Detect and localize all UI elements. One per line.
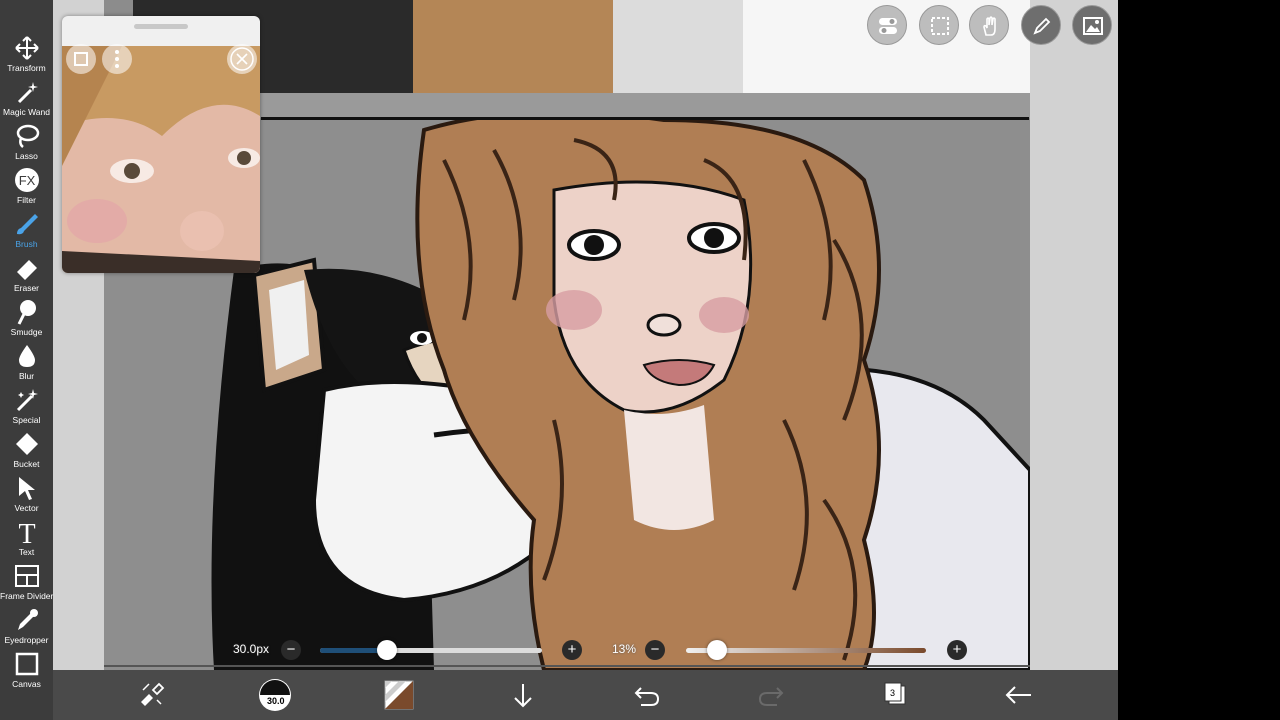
tool-label: Special: [12, 415, 41, 425]
tool-special[interactable]: Special: [0, 383, 53, 427]
bucket-icon: [15, 433, 38, 455]
hand-button[interactable]: [969, 5, 1009, 45]
tool-sidebar: Transform Magic Wand Lasso FX Filter Bru…: [0, 0, 53, 720]
tool-frame-divider[interactable]: Frame Divider: [0, 559, 53, 603]
brush-size-slider-thumb[interactable]: [376, 640, 397, 660]
arrow-left-icon: [1005, 686, 1031, 704]
reference-window-drag-handle[interactable]: [134, 24, 188, 29]
eyedropper-icon: [17, 609, 38, 630]
layer-count: 3: [890, 688, 896, 698]
brush-preview-button[interactable]: 30.0: [258, 678, 292, 712]
undo-icon: [634, 687, 660, 706]
tool-label: Eraser: [13, 283, 40, 293]
image-button[interactable]: [1072, 5, 1112, 45]
brush-preview-icon: [259, 679, 291, 711]
tool-label: Magic Wand: [3, 107, 50, 117]
tool-label: Eyedropper: [4, 635, 49, 645]
tool-lasso[interactable]: Lasso: [0, 119, 53, 163]
brush-size-value: 30.0px: [233, 642, 270, 656]
brush-swap-icon: [141, 682, 165, 706]
save-download-button[interactable]: [507, 680, 539, 710]
hand-icon: [983, 16, 996, 36]
tool-label: Text: [18, 547, 35, 557]
tool-label: Frame Divider: [0, 591, 54, 601]
brush-size-increase-button[interactable]: +: [562, 640, 582, 660]
reference-window[interactable]: [62, 16, 260, 273]
frame-divider-icon: [14, 565, 39, 587]
layer-toggle-icon: [879, 18, 897, 34]
redo-icon: [758, 687, 784, 706]
brush-eraser-swap-button[interactable]: [135, 680, 167, 710]
tool-eraser[interactable]: Eraser: [0, 251, 53, 295]
canvas-icon: [15, 652, 38, 676]
tool-label: Bucket: [13, 459, 40, 469]
tool-blur[interactable]: Blur: [0, 339, 53, 383]
text-icon: T: [18, 519, 35, 546]
arrow-down-icon: [514, 684, 532, 708]
pen-icon: [1033, 17, 1051, 35]
opacity-increase-button[interactable]: +: [947, 640, 967, 660]
opacity-decrease-button[interactable]: −: [645, 640, 665, 660]
tool-label: Filter: [17, 195, 36, 205]
tool-transform[interactable]: Transform: [0, 31, 53, 75]
tool-label: Vector: [14, 503, 39, 513]
color-button[interactable]: [384, 680, 414, 710]
tool-brush[interactable]: Brush: [0, 207, 53, 251]
screen-edge: [1118, 0, 1280, 720]
smudge-icon: [17, 300, 36, 325]
bottom-action-bar: 30.0 3: [53, 670, 1118, 720]
tool-canvas[interactable]: Canvas: [0, 647, 53, 691]
tool-filter[interactable]: FX Filter: [0, 163, 53, 207]
pen-button[interactable]: [1021, 5, 1061, 45]
square-icon: [74, 52, 88, 66]
reference-window-close-button[interactable]: [227, 44, 257, 74]
brush-icon: [16, 214, 38, 235]
close-icon: [230, 47, 254, 71]
tool-text[interactable]: T Text: [0, 515, 53, 559]
transform-icon: [14, 36, 39, 60]
fx-icon: FX: [14, 168, 39, 192]
vector-arrow-icon: [18, 477, 35, 500]
brush-preview-size: 30.0: [267, 696, 285, 706]
special-icon: [16, 389, 38, 412]
back-button[interactable]: [1003, 680, 1035, 710]
tool-label: Blur: [18, 371, 35, 381]
tool-eyedropper[interactable]: Eyedropper: [0, 603, 53, 647]
tool-magic-wand[interactable]: Magic Wand: [0, 75, 53, 119]
redo-button[interactable]: [755, 680, 787, 710]
tool-label: Canvas: [12, 679, 41, 689]
more-vertical-icon: [115, 50, 119, 68]
layer-toggle-button[interactable]: [867, 5, 907, 45]
tool-label: Lasso: [15, 151, 38, 161]
canvas-scrollbar[interactable]: [104, 665, 1030, 667]
tool-label: Transform: [7, 63, 46, 73]
brush-size-decrease-button[interactable]: −: [281, 640, 301, 660]
tool-label: Brush: [15, 239, 38, 249]
color-swatch-icon: [384, 680, 414, 710]
layers-button[interactable]: 3: [879, 680, 911, 710]
tool-bucket[interactable]: Bucket: [0, 427, 53, 471]
reference-window-menu-button[interactable]: [102, 44, 132, 74]
tool-vector[interactable]: Vector: [0, 471, 53, 515]
lasso-icon: [16, 124, 39, 148]
image-icon: [1083, 17, 1103, 35]
selection-icon: [931, 17, 949, 35]
blur-drop-icon: [18, 345, 35, 367]
svg-text:T: T: [18, 519, 35, 546]
magic-wand-icon: [17, 82, 38, 104]
eraser-icon: [16, 260, 37, 280]
selection-button[interactable]: [919, 5, 959, 45]
undo-button[interactable]: [631, 680, 663, 710]
opacity-value: 13%: [612, 642, 637, 656]
svg-text:FX: FX: [18, 173, 35, 188]
tool-label: Smudge: [10, 327, 43, 337]
reference-image: [62, 46, 260, 273]
tool-smudge[interactable]: Smudge: [0, 295, 53, 339]
reference-window-square-button[interactable]: [66, 44, 96, 74]
